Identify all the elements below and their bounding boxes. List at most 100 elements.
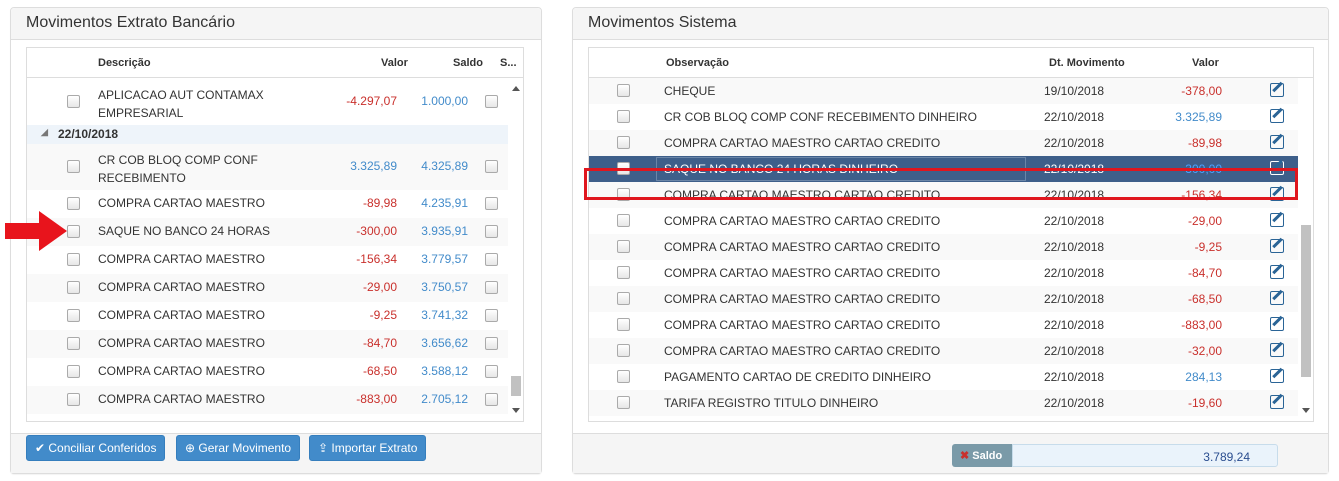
edit-icon[interactable]: [1270, 291, 1284, 305]
row-observacao: COMPRA CARTAO MAESTRO CARTAO CREDITO: [664, 214, 941, 228]
row-observacao: COMPRA CARTAO MAESTRO CARTAO CREDITO: [664, 136, 941, 150]
row-descricao: CR COB BLOQ COMP CONF RECEBIMENTO: [98, 153, 258, 185]
table-row[interactable]: PAGAMENTO CARTAO DE CREDITO DINHEIRO 22/1…: [589, 364, 1298, 390]
row-conciliado-checkbox[interactable]: [485, 421, 498, 422]
row-conciliado-checkbox[interactable]: [485, 309, 498, 322]
edit-icon[interactable]: [1270, 109, 1284, 123]
table-row[interactable]: CR COB BLOQ COMP CONF RECEBIMENTO DINHEI…: [589, 104, 1298, 130]
row-checkbox[interactable]: [67, 393, 80, 406]
row-checkbox[interactable]: [67, 253, 80, 266]
row-checkbox[interactable]: [67, 197, 80, 210]
row-dt-movimento: 22/10/2018: [1044, 292, 1105, 306]
col-valor[interactable]: Valor: [381, 57, 408, 69]
table-row[interactable]: COMPRA CARTAO MAESTRO CARTAO CREDITO 22/1…: [589, 130, 1298, 156]
row-observacao: CHEQUE: [664, 84, 716, 98]
col-descricao[interactable]: Descrição: [98, 57, 151, 69]
row-valor: -68,50: [1187, 292, 1222, 306]
row-checkbox[interactable]: [617, 396, 630, 409]
row-checkbox[interactable]: [617, 344, 630, 357]
row-conciliado-checkbox[interactable]: [485, 160, 498, 173]
scroll-down-arrow[interactable]: [1302, 408, 1310, 413]
group-row-date[interactable]: ◢ 22/10/2018: [27, 125, 508, 144]
row-checkbox[interactable]: [67, 225, 80, 238]
table-row[interactable]: APLICACAO AUT CONTAMAX EMPRESARIAL -4.297,…: [27, 79, 508, 125]
row-checkbox[interactable]: [617, 214, 630, 227]
sistema-scrollbar[interactable]: [1298, 79, 1313, 421]
table-row[interactable]: COMPRA CARTAO MAESTRO -84,70 3.656,62: [27, 330, 508, 358]
row-checkbox[interactable]: [67, 160, 80, 173]
row-checkbox[interactable]: [67, 281, 80, 294]
row-valor: -300,00: [356, 224, 397, 238]
row-checkbox[interactable]: [617, 136, 630, 149]
edit-icon[interactable]: [1270, 83, 1284, 97]
row-checkbox[interactable]: [617, 84, 630, 97]
caret-icon: ◢: [41, 127, 48, 137]
table-row[interactable]: COMPRA CARTAO MAESTRO CARTAO CREDITO 22/1…: [589, 312, 1298, 338]
extrato-scroll-thumb[interactable]: [511, 376, 521, 396]
table-row[interactable]: COMPRA CARTAO MAESTRO -89,98 4.235,91: [27, 190, 508, 218]
row-conciliado-checkbox[interactable]: [485, 337, 498, 350]
row-conciliado-checkbox[interactable]: [485, 393, 498, 406]
row-checkbox[interactable]: [67, 337, 80, 350]
row-checkbox[interactable]: [617, 266, 630, 279]
row-saldo: 4.235,91: [421, 196, 468, 210]
row-checkbox[interactable]: [617, 370, 630, 383]
row-descricao: COMPRA CARTAO MAESTRO: [98, 336, 265, 350]
edit-icon[interactable]: [1270, 265, 1284, 279]
row-valor: -19,60: [1187, 396, 1222, 410]
row-checkbox[interactable]: [67, 421, 80, 422]
col-dt-movimento[interactable]: Dt. Movimento: [1049, 57, 1125, 69]
table-row[interactable]: COMPRA CARTAO MAESTRO CARTAO CREDITO 22/1…: [589, 286, 1298, 312]
edit-icon[interactable]: [1270, 213, 1284, 227]
row-conciliado-checkbox[interactable]: [485, 365, 498, 378]
edit-icon[interactable]: [1270, 239, 1284, 253]
scroll-up-arrow[interactable]: [512, 86, 520, 91]
row-checkbox[interactable]: [67, 365, 80, 378]
table-row[interactable]: TARIFA REGISTRO TITULO DINHEIRO 22/10/201…: [589, 390, 1298, 416]
importar-extrato-button[interactable]: ⇪ Importar Extrato: [309, 435, 427, 461]
saldo-label: ✖ Saldo: [952, 444, 1012, 467]
table-row[interactable]: CR COB BLOQ COMP CONF RECEBIMENTO 3.325,89…: [27, 144, 508, 190]
col-valor[interactable]: Valor: [1192, 57, 1219, 69]
scroll-down-arrow[interactable]: [512, 408, 520, 413]
row-conciliado-checkbox[interactable]: [485, 281, 498, 294]
table-row[interactable]: COMPRA CARTAO MAESTRO -68,50 3.588,12: [27, 358, 508, 386]
row-checkbox[interactable]: [617, 240, 630, 253]
row-dt-movimento: 22/10/2018: [1044, 370, 1105, 384]
conciliar-conferidos-button[interactable]: ✔ Conciliar Conferidos: [26, 435, 166, 461]
table-row[interactable]: COMPRA CARTAO MAESTRO -9,25 3.741,32: [27, 302, 508, 330]
edit-icon[interactable]: [1270, 343, 1284, 357]
row-checkbox[interactable]: [67, 309, 80, 322]
col-observacao[interactable]: Observação: [666, 57, 729, 69]
sistema-scroll-thumb[interactable]: [1301, 225, 1311, 377]
edit-icon[interactable]: [1270, 317, 1284, 331]
col-saldo[interactable]: Saldo: [453, 57, 483, 69]
table-row[interactable]: COMPRA CARTAO MAESTRO CARTAO CREDITO 22/1…: [589, 208, 1298, 234]
gerar-movimento-button[interactable]: ⊕ Gerar Movimento: [176, 435, 301, 461]
row-checkbox[interactable]: [67, 95, 80, 108]
table-row[interactable]: COMPRA CARTAO MAESTRO CARTAO CREDITO 22/1…: [589, 260, 1298, 286]
row-conciliado-checkbox[interactable]: [485, 197, 498, 210]
table-row[interactable]: SAQUE NO BANCO 24 HORAS -300,00 3.935,91: [27, 218, 508, 246]
row-conciliado-checkbox[interactable]: [485, 225, 498, 238]
extrato-scrollbar[interactable]: [508, 79, 523, 421]
table-row[interactable]: COMPRA CARTAO MAESTRO -29,00 3.750,57: [27, 274, 508, 302]
plus-circle-icon: ⊕: [185, 441, 199, 455]
row-checkbox[interactable]: [617, 292, 630, 305]
row-conciliado-checkbox[interactable]: [485, 253, 498, 266]
table-row[interactable]: COMPRA CARTAO MAESTRO -883,00 2.705,12: [27, 386, 508, 414]
row-saldo: 3.750,57: [421, 280, 468, 294]
edit-icon[interactable]: [1270, 135, 1284, 149]
table-row[interactable]: COMPRA CARTAO MAESTRO CARTAO CREDITO 22/1…: [589, 338, 1298, 364]
table-row[interactable]: CHEQUE 19/10/2018 -378,00: [589, 78, 1298, 104]
row-checkbox[interactable]: [617, 318, 630, 331]
row-dt-movimento: 22/10/2018: [1044, 318, 1105, 332]
edit-icon[interactable]: [1270, 395, 1284, 409]
table-row[interactable]: COMPRA CARTAO MAESTRO -156,34 3.779,57: [27, 246, 508, 274]
table-row[interactable]: COMPRA CARTAO MAESTRO -32,002.673,12: [27, 414, 508, 422]
table-row[interactable]: COMPRA CARTAO MAESTRO CARTAO CREDITO 22/1…: [589, 234, 1298, 260]
edit-icon[interactable]: [1270, 369, 1284, 383]
row-conciliado-checkbox[interactable]: [485, 95, 498, 108]
row-checkbox[interactable]: [617, 110, 630, 123]
col-s[interactable]: S...: [500, 57, 517, 69]
